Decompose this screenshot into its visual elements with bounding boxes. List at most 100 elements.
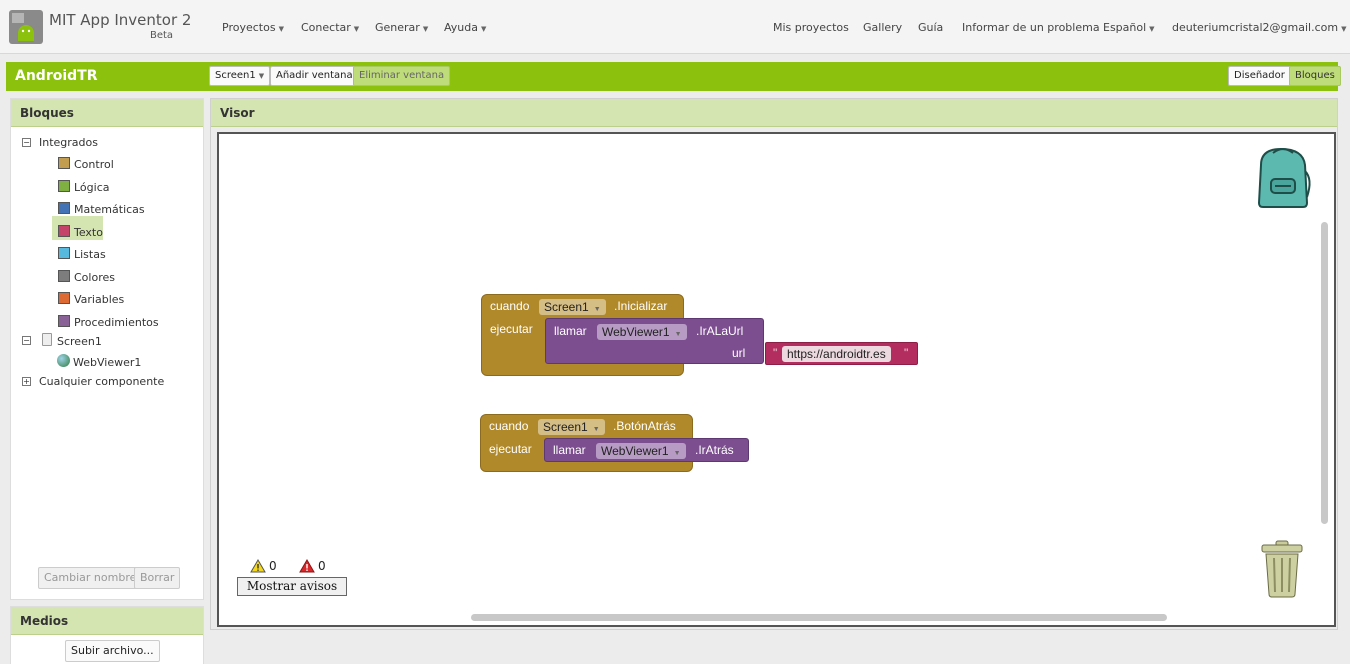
delete-button[interactable]: Borrar [134, 567, 181, 589]
backpack-icon[interactable] [1251, 145, 1315, 211]
chevron-down-icon: ▼ [480, 25, 487, 33]
menu-proyectos[interactable]: Proyectos ▼ [222, 21, 284, 34]
top-bar: MIT App Inventor 2 Beta Proyectos ▼ Conec… [0, 0, 1350, 54]
category-label: Lógica [74, 180, 110, 194]
warning-icon [250, 559, 266, 573]
language-menu[interactable]: Español ▼ [1103, 21, 1155, 34]
category-texto[interactable]: Texto [11, 224, 201, 241]
category-label: Listas [74, 248, 106, 261]
error-count: 0 [318, 559, 326, 573]
collapse-icon[interactable]: − [22, 138, 31, 147]
category-control[interactable]: Control [11, 157, 201, 173]
account-menu[interactable]: deuteriumcristal2@gmail.com ▼ [1172, 21, 1346, 34]
collapse-icon[interactable]: − [22, 336, 31, 345]
component-dropdown[interactable]: Screen1 ▼ [538, 419, 605, 435]
warning-count: 0 [269, 559, 277, 573]
quote-close: " [904, 346, 909, 360]
component-dropdown[interactable]: Screen1 ▼ [539, 299, 606, 315]
gallery-link[interactable]: Gallery [863, 21, 902, 34]
when-label: cuando [489, 419, 529, 433]
rename-button[interactable]: Cambiar nombre [38, 567, 143, 589]
media-panel: Medios Subir archivo... [10, 606, 204, 664]
chevron-down-icon: ▼ [673, 450, 681, 457]
component-dropdown[interactable]: WebViewer1 ▼ [596, 443, 686, 459]
dropdown-value: WebViewer1 [602, 325, 670, 339]
tree-item-builtin[interactable]: − Integrados [11, 135, 201, 151]
method-name: .IrALaUrl [696, 324, 744, 338]
event-name: .Inicializar [614, 299, 668, 313]
chevron-down-icon: ▼ [422, 25, 429, 33]
add-screen-button[interactable]: Añadir ventana [270, 66, 359, 86]
call-block-goback[interactable]: llamar WebViewer1 ▼ .IrAtrás [544, 438, 749, 462]
remove-screen-button[interactable]: Eliminar ventana [353, 66, 451, 86]
chevron-down-icon: ▼ [353, 25, 360, 33]
screen-select[interactable]: Screen1 ▼ [209, 66, 271, 86]
category-matemáticas[interactable]: Matemáticas [11, 202, 201, 218]
app-title: MIT App Inventor 2 [49, 11, 192, 29]
chevron-down-icon: ▼ [1149, 25, 1155, 33]
event-name: .BotónAtrás [613, 419, 676, 433]
app-inventor-logo[interactable] [8, 9, 44, 45]
category-color-swatch [58, 202, 70, 214]
vertical-scrollbar[interactable] [1321, 222, 1328, 524]
report-problem-link[interactable]: Informar de un problema [962, 21, 1100, 34]
tree-item-any-component[interactable]: + Cualquier componente [11, 374, 201, 390]
menu-label: Ayuda [444, 21, 478, 34]
category-listas[interactable]: Listas [11, 247, 201, 263]
url-text-field[interactable]: https://androidtr.es [782, 346, 891, 362]
method-name: .IrAtrás [695, 443, 734, 457]
category-colores[interactable]: Colores [11, 269, 201, 286]
tree-item-webviewer1[interactable]: WebViewer1 [11, 354, 201, 370]
component-dropdown[interactable]: WebViewer1 ▼ [597, 324, 687, 340]
category-color-swatch [58, 224, 70, 237]
chevron-down-icon: ▼ [592, 426, 600, 433]
menu-generar[interactable]: Generar ▼ [375, 21, 428, 34]
menu-ayuda[interactable]: Ayuda ▼ [444, 21, 486, 34]
category-lógica[interactable]: Lógica [11, 179, 201, 196]
screen-icon [42, 333, 52, 346]
category-label: Control [74, 158, 114, 171]
guide-link[interactable]: Guía [918, 21, 943, 34]
account-label: deuteriumcristal2@gmail.com [1172, 21, 1339, 34]
upload-file-button[interactable]: Subir archivo... [65, 640, 160, 662]
blocks-panel-title: Bloques [11, 99, 203, 127]
expand-icon[interactable]: + [22, 377, 31, 386]
menu-conectar[interactable]: Conectar ▼ [301, 21, 359, 34]
category-label: Matemáticas [74, 203, 145, 216]
do-label: ejecutar [489, 442, 532, 456]
tree-label: WebViewer1 [73, 356, 142, 369]
category-label: Colores [74, 270, 115, 284]
category-label: Procedimientos [74, 315, 159, 329]
dropdown-value: Screen1 [543, 420, 588, 434]
project-toolbar: AndroidTR Screen1 ▼ Añadir ventana Elimin… [6, 62, 1341, 91]
quote-open: " [773, 346, 778, 360]
tree-label: Integrados [39, 136, 98, 149]
chevron-down-icon: ▼ [1341, 25, 1347, 33]
category-variables[interactable]: Variables [11, 292, 201, 308]
horizontal-scrollbar[interactable] [471, 614, 1167, 621]
category-procedimientos[interactable]: Procedimientos [11, 314, 201, 331]
trash-icon[interactable] [1259, 540, 1305, 598]
tree-item-screen1[interactable]: − Screen1 [11, 333, 201, 349]
chevron-down-icon: ▼ [674, 331, 682, 338]
my-projects-link[interactable]: Mis proyectos [773, 21, 849, 34]
menu-label: Conectar [301, 21, 351, 34]
category-color-swatch [58, 314, 70, 327]
category-color-swatch [58, 157, 70, 169]
show-warnings-button[interactable]: Mostrar avisos [237, 577, 347, 596]
project-name: AndroidTR [15, 68, 98, 84]
blocks-panel: Bloques − Integrados Control Lógica Matemá… [10, 98, 204, 600]
text-block-url[interactable]: " https://androidtr.es " [765, 342, 918, 365]
blocks-button[interactable]: Bloques [1289, 66, 1341, 86]
category-color-swatch [58, 269, 70, 282]
language-label: Español [1103, 21, 1147, 34]
menu-label: Generar [375, 21, 420, 34]
do-label: ejecutar [490, 322, 533, 336]
menu-label: Proyectos [222, 21, 276, 34]
blocks-workspace[interactable]: cuando Screen1 ▼ .Inicializar ejecutar ll… [217, 132, 1336, 627]
tree-label: Screen1 [57, 335, 102, 348]
dropdown-value: WebViewer1 [601, 444, 669, 458]
call-label: llamar [554, 324, 587, 338]
designer-button[interactable]: Diseñador [1228, 66, 1291, 86]
call-block-gotourl[interactable]: llamar WebViewer1 ▼ .IrALaUrl url [545, 318, 764, 364]
